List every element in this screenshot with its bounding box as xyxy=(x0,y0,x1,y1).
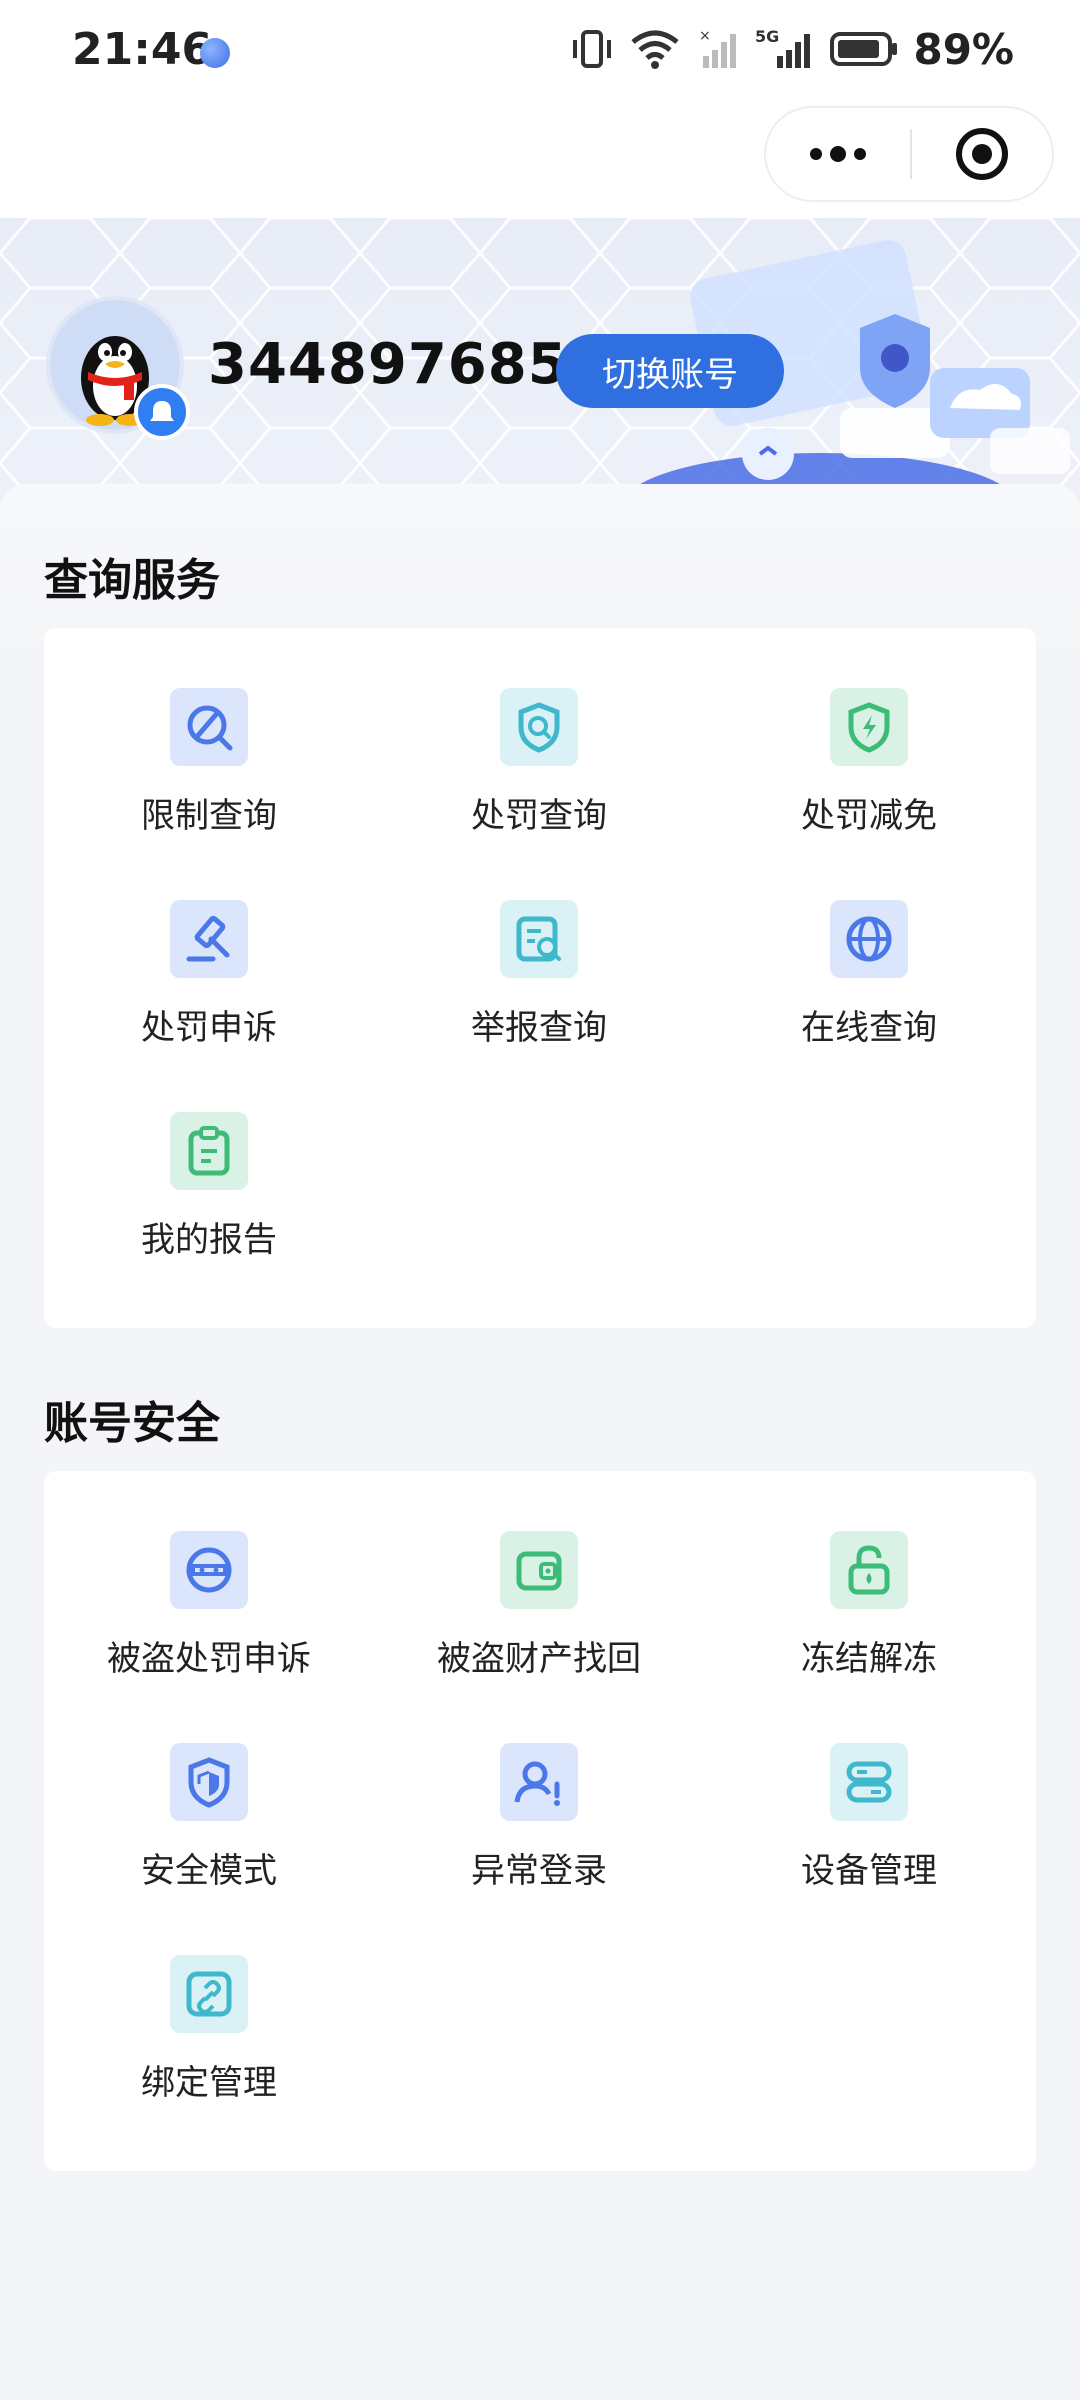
gavel-icon xyxy=(170,900,248,978)
user-alert-icon xyxy=(500,1743,578,1821)
service-label: 处罚申诉 xyxy=(141,1008,277,1048)
service-report-query[interactable]: 举报查询 xyxy=(374,840,704,1048)
status-indicators: × 5G 89% xyxy=(569,22,1014,76)
service-penalty-query[interactable]: 处罚查询 xyxy=(374,628,704,836)
service-label: 举报查询 xyxy=(471,1008,607,1048)
svg-text:5G: 5G xyxy=(755,27,779,46)
service-label: 被盗财产找回 xyxy=(437,1639,641,1679)
service-label: 处罚减免 xyxy=(801,796,937,836)
security-freeze-unfreeze[interactable]: 冻结解冻 xyxy=(704,1471,1034,1679)
section-title-query: 查询服务 xyxy=(44,555,220,606)
penalty-search-icon xyxy=(500,688,578,766)
menu-capsule xyxy=(764,106,1054,202)
clipboard-icon xyxy=(170,1112,248,1190)
section-title-security: 账号安全 xyxy=(44,1398,220,1449)
wifi-icon xyxy=(631,30,680,69)
link-icon xyxy=(170,1955,248,2033)
restrict-search-icon xyxy=(170,688,248,766)
service-online-query[interactable]: 在线查询 xyxy=(704,840,1034,1048)
shield-icon xyxy=(170,1743,248,1821)
nav-bar xyxy=(0,100,1080,218)
security-binding-management[interactable]: 绑定管理 xyxy=(44,1895,374,2103)
target-close-icon xyxy=(956,128,1008,180)
security-safe-mode[interactable]: 安全模式 xyxy=(44,1683,374,1891)
vibrate-icon xyxy=(573,30,612,68)
security-stolen-penalty-appeal[interactable]: 被盗处罚申诉 xyxy=(44,1471,374,1679)
service-restrict-query[interactable]: 限制查询 xyxy=(44,628,374,836)
service-label: 被盗处罚申诉 xyxy=(107,1639,311,1679)
service-label: 在线查询 xyxy=(801,1008,937,1048)
service-label: 异常登录 xyxy=(471,1851,607,1891)
service-label: 绑定管理 xyxy=(141,2063,277,2103)
report-search-icon xyxy=(500,900,578,978)
service-label: 我的报告 xyxy=(141,1220,277,1260)
service-label: 限制查询 xyxy=(141,796,277,836)
app-status-icon xyxy=(200,38,230,68)
signal-5g-icon: 5G xyxy=(755,27,811,68)
svg-text:×: × xyxy=(699,28,711,44)
security-stolen-property-recovery[interactable]: 被盗财产找回 xyxy=(374,1471,704,1679)
security-abnormal-login[interactable]: 异常登录 xyxy=(374,1683,704,1891)
bell-icon xyxy=(150,401,174,421)
content-panel: 查询服务 限制查询 处罚查询 处罚减免 处罚申诉 举报查询 在线查询 我的报告 … xyxy=(0,484,1080,2400)
close-button[interactable] xyxy=(912,108,1052,200)
security-device-management[interactable]: 设备管理 xyxy=(704,1683,1034,1891)
penalty-reduction-icon xyxy=(830,688,908,766)
service-label: 设备管理 xyxy=(801,1851,937,1891)
service-penalty-reduction[interactable]: 处罚减免 xyxy=(704,628,1034,836)
globe-icon xyxy=(830,900,908,978)
switch-account-button[interactable]: 切换账号 xyxy=(556,334,784,408)
status-bar: 21:46 × 5G 89% xyxy=(0,0,1080,100)
status-time: 21:46 xyxy=(72,24,213,75)
wallet-icon xyxy=(500,1531,578,1609)
service-label: 处罚查询 xyxy=(471,796,607,836)
battery-percentage: 89% xyxy=(913,24,1014,74)
qq-badge xyxy=(134,384,190,440)
service-label: 冻结解冻 xyxy=(801,1639,937,1679)
unlock-icon xyxy=(830,1531,908,1609)
more-button[interactable] xyxy=(766,108,910,200)
signal-off-icon: × xyxy=(699,28,737,68)
account-id: 3448976859 xyxy=(208,332,608,397)
profile-header: 3448976859 切换账号 xyxy=(0,218,1080,508)
device-icon xyxy=(830,1743,908,1821)
service-my-report[interactable]: 我的报告 xyxy=(44,1052,374,1260)
masked-user-icon xyxy=(170,1531,248,1609)
account-security-card: 被盗处罚申诉 被盗财产找回 冻结解冻 安全模式 异常登录 设备管理 绑定管理 xyxy=(44,1471,1036,2171)
battery-icon xyxy=(830,32,898,66)
query-services-card: 限制查询 处罚查询 处罚减免 处罚申诉 举报查询 在线查询 我的报告 xyxy=(44,628,1036,1328)
service-penalty-appeal[interactable]: 处罚申诉 xyxy=(44,840,374,1048)
service-label: 安全模式 xyxy=(141,1851,277,1891)
more-dots-icon xyxy=(810,146,866,162)
